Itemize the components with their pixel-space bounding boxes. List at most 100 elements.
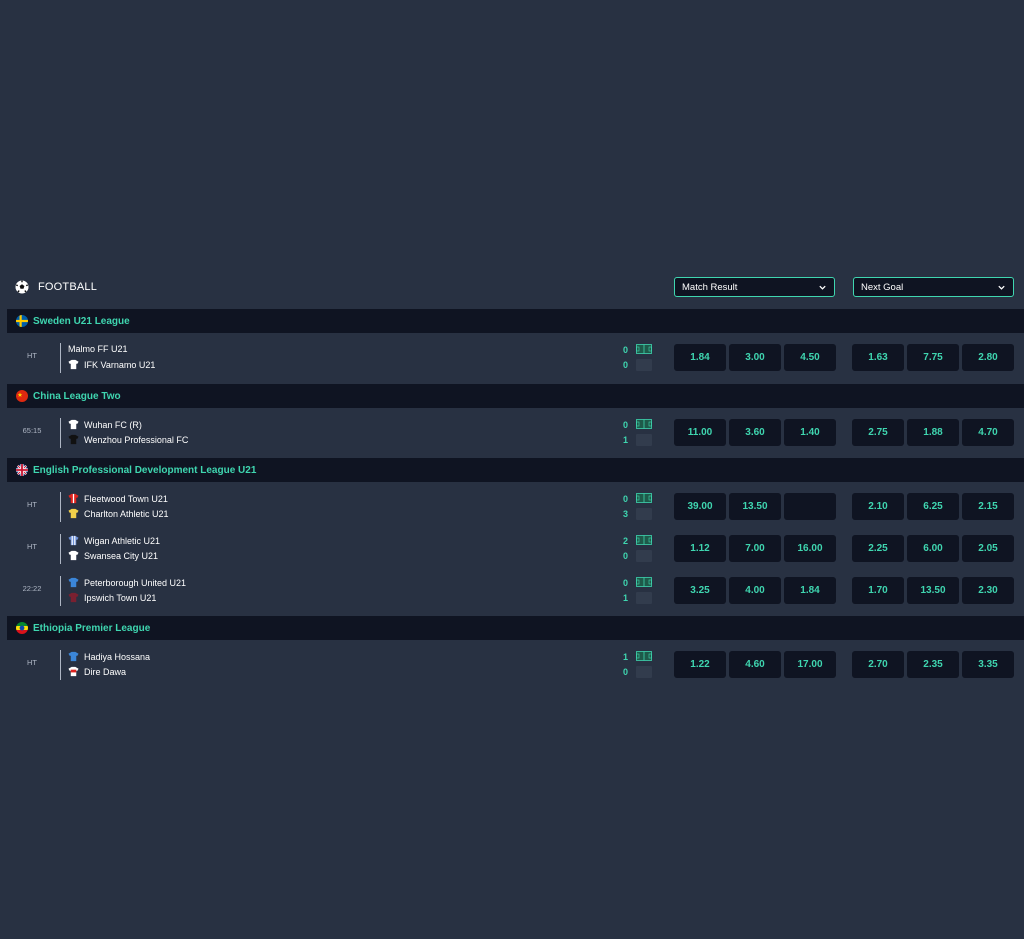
league-name: Sweden U21 League: [33, 315, 130, 327]
home-team: Wuhan FC (R): [68, 419, 142, 430]
next-goal-away-button[interactable]: 2.15: [962, 493, 1014, 520]
next-goal-select-value: Next Goal: [861, 281, 904, 293]
next-goal-none-button[interactable]: 1.88: [907, 419, 959, 446]
odds-button-draw[interactable]: 4.60: [729, 651, 781, 678]
match-row[interactable]: 22:22 Peterborough United U21 Ipswich To…: [0, 574, 1024, 608]
next-goal-away-button[interactable]: 3.35: [962, 651, 1014, 678]
match-time: 65:15: [22, 426, 42, 435]
odds-button-away[interactable]: 4.50: [784, 344, 836, 371]
odds-button-home[interactable]: 11.00: [674, 419, 726, 446]
odds-button-away[interactable]: 1.84: [784, 577, 836, 604]
next-goal-none-button[interactable]: 2.35: [907, 651, 959, 678]
pitch-stats-icon[interactable]: [636, 651, 652, 661]
next-goal-home-button[interactable]: 2.70: [852, 651, 904, 678]
match-time: 22:22: [22, 584, 42, 593]
chevron-down-icon: [819, 285, 826, 290]
league-header-sweden[interactable]: Sweden U21 League: [7, 309, 1024, 333]
league-header-ethiopia[interactable]: Ethiopia Premier League: [7, 616, 1024, 640]
odds-button-home[interactable]: 1.12: [674, 535, 726, 562]
shirt-icon: [68, 535, 79, 546]
away-team: Wenzhou Professional FC: [68, 434, 188, 445]
league-name: China League Two: [33, 390, 121, 402]
next-goal-home-button[interactable]: 1.70: [852, 577, 904, 604]
odds-button-draw[interactable]: 4.00: [729, 577, 781, 604]
pitch-stats-icon[interactable]: [636, 344, 652, 354]
divider: [60, 418, 61, 448]
match-row[interactable]: HT Fleetwood Town U21 Charlton Athletic …: [0, 490, 1024, 524]
pitch-stats-icon[interactable]: [636, 419, 652, 429]
match-row[interactable]: 65:15 Wuhan FC (R) Wenzhou Professional …: [0, 416, 1024, 450]
home-team: Fleetwood Town U21: [68, 493, 168, 504]
away-team-name: Charlton Athletic U21: [84, 508, 169, 519]
odds-button-away[interactable]: 17.00: [784, 651, 836, 678]
pitch-stats-icon[interactable]: [636, 535, 652, 545]
home-score: 0: [622, 420, 628, 430]
next-goal-none-button[interactable]: 6.00: [907, 535, 959, 562]
league-header-china[interactable]: China League Two: [7, 384, 1024, 408]
next-goal-away-button[interactable]: 2.05: [962, 535, 1014, 562]
odds-button-home[interactable]: 1.84: [674, 344, 726, 371]
league-name: Ethiopia Premier League: [33, 622, 151, 634]
odds-button-away[interactable]: 16.00: [784, 535, 836, 562]
stats-box: [636, 550, 652, 562]
match-row[interactable]: HT Wigan Athletic U21 Swansea City U21 2…: [0, 532, 1024, 566]
league-name: English Professional Development League …: [33, 464, 257, 476]
odds-button-away[interactable]: 1.40: [784, 419, 836, 446]
away-team-name: Swansea City U21: [84, 550, 159, 561]
home-team-name: Wuhan FC (R): [84, 419, 142, 430]
odds-button-away-suspended[interactable]: [784, 493, 836, 520]
shirt-icon: [68, 550, 79, 561]
odds-button-home[interactable]: 1.22: [674, 651, 726, 678]
home-team: Wigan Athletic U21: [68, 535, 160, 546]
sweden-flag-icon: [16, 315, 28, 327]
match-row[interactable]: HT Hadiya Hossana Dire Dawa 1 0 1.22 4.6…: [0, 648, 1024, 682]
away-score: 3: [622, 509, 628, 519]
shirt-icon: [68, 419, 79, 430]
away-team: Dire Dawa: [68, 666, 126, 677]
next-goal-none-button[interactable]: 7.75: [907, 344, 959, 371]
match-result-select[interactable]: Match Result: [674, 277, 835, 297]
odds-button-draw[interactable]: 3.00: [729, 344, 781, 371]
odds-button-home[interactable]: 3.25: [674, 577, 726, 604]
match-row[interactable]: HT Malmo FF U21 IFK Varnamo U21 0 0 1.84…: [0, 341, 1024, 375]
next-goal-home-button[interactable]: 1.63: [852, 344, 904, 371]
home-team-name: Fleetwood Town U21: [84, 493, 168, 504]
next-goal-away-button[interactable]: 4.70: [962, 419, 1014, 446]
next-goal-home-button[interactable]: 2.10: [852, 493, 904, 520]
home-score: 1: [622, 652, 628, 662]
pitch-stats-icon[interactable]: [636, 493, 652, 503]
odds-button-draw[interactable]: 7.00: [729, 535, 781, 562]
next-goal-home-button[interactable]: 2.75: [852, 419, 904, 446]
odds-button-draw[interactable]: 13.50: [729, 493, 781, 520]
shirt-icon: [68, 666, 79, 677]
league-header-england[interactable]: English Professional Development League …: [7, 458, 1024, 482]
sport-title: FOOTBALL: [15, 280, 97, 294]
stats-box: [636, 592, 652, 604]
shirt-icon: [68, 651, 79, 662]
home-team-name: Wigan Athletic U21: [84, 535, 161, 546]
next-goal-away-button[interactable]: 2.30: [962, 577, 1014, 604]
home-score: 0: [622, 494, 628, 504]
odds-button-home[interactable]: 39.00: [674, 493, 726, 520]
divider: [60, 650, 61, 680]
stats-box: [636, 359, 652, 371]
china-flag-icon: [16, 390, 28, 402]
shirt-icon: [68, 592, 79, 603]
odds-button-draw[interactable]: 3.60: [729, 419, 781, 446]
next-goal-none-button[interactable]: 6.25: [907, 493, 959, 520]
next-goal-home-button[interactable]: 2.25: [852, 535, 904, 562]
next-goal-away-button[interactable]: 2.80: [962, 344, 1014, 371]
match-time: HT: [27, 351, 37, 360]
stats-box: [636, 508, 652, 520]
chevron-down-icon: [998, 285, 1005, 290]
divider: [60, 492, 61, 522]
stats-box: [636, 666, 652, 678]
away-team-name: Wenzhou Professional FC: [84, 434, 189, 445]
next-goal-select[interactable]: Next Goal: [853, 277, 1014, 297]
home-team: Malmo FF U21: [68, 344, 128, 354]
pitch-stats-icon[interactable]: [636, 577, 652, 587]
next-goal-none-button[interactable]: 13.50: [907, 577, 959, 604]
away-score: 1: [622, 435, 628, 445]
home-score: 2: [622, 536, 628, 546]
home-score: 0: [622, 578, 628, 588]
